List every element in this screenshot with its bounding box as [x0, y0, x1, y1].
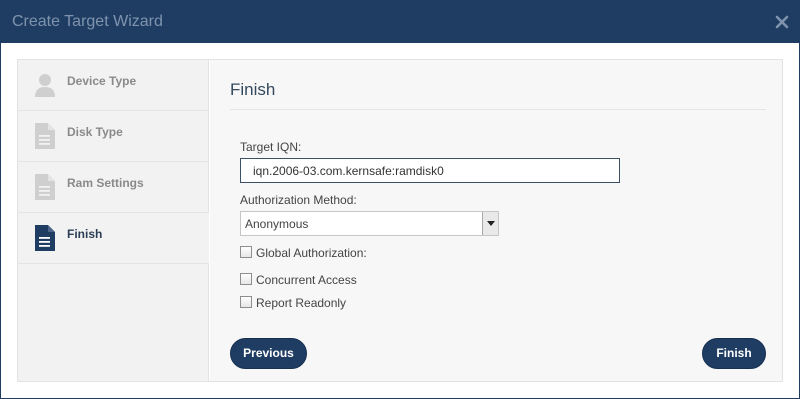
checkbox-label: Concurrent Access: [256, 273, 357, 287]
global-authorization-checkbox[interactable]: [240, 246, 252, 258]
document-icon: [34, 174, 56, 200]
wizard-steps-sidebar: Device Type Disk Type Ram Settings Finis…: [18, 60, 209, 381]
step-finish[interactable]: Finish: [18, 213, 209, 264]
finish-button[interactable]: Finish: [702, 338, 766, 369]
divider: [230, 109, 766, 110]
wizard-window: Create Target Wizard Device Type Disk Ty…: [0, 0, 800, 399]
checkbox-label: Global Authorization:: [256, 246, 367, 260]
previous-button[interactable]: Previous: [230, 338, 307, 369]
concurrent-access-checkbox[interactable]: [240, 273, 252, 285]
step-label: Finish: [67, 227, 103, 241]
step-disk-type[interactable]: Disk Type: [18, 111, 209, 162]
dropdown-arrow-icon[interactable]: [482, 212, 498, 235]
title-bar: Create Target Wizard: [1, 1, 799, 43]
step-device-type[interactable]: Device Type: [18, 60, 209, 111]
step-label: Device Type: [67, 74, 137, 88]
authorization-method-select[interactable]: Anonymous: [240, 211, 499, 236]
finish-panel: Finish Target IQN: Authorization Method:…: [210, 60, 782, 381]
section-title: Finish: [230, 80, 276, 99]
step-label: Ram Settings: [67, 176, 144, 190]
close-icon[interactable]: [775, 15, 789, 29]
checkbox-label: Report Readonly: [256, 296, 347, 310]
authorization-method-label: Authorization Method:: [240, 193, 357, 207]
document-icon: [34, 225, 56, 251]
wizard-content: Device Type Disk Type Ram Settings Finis…: [17, 59, 783, 382]
user-icon: [34, 72, 56, 98]
report-readonly-checkbox[interactable]: [240, 296, 252, 308]
target-iqn-label: Target IQN:: [240, 140, 302, 154]
step-label: Disk Type: [67, 125, 123, 139]
step-ram-settings[interactable]: Ram Settings: [18, 162, 209, 213]
window-title: Create Target Wizard: [12, 13, 163, 30]
document-icon: [34, 123, 56, 149]
select-value: Anonymous: [245, 217, 309, 231]
target-iqn-input[interactable]: [240, 158, 620, 183]
